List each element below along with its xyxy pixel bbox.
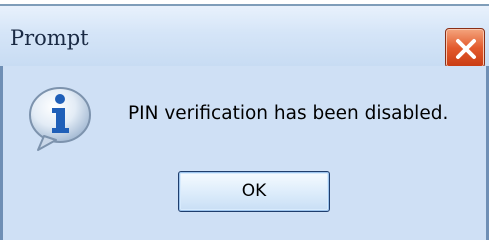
frame-left-border: [0, 66, 3, 240]
prompt-dialog: Prompt PIN verification has been disable…: [0, 0, 489, 240]
title-bar[interactable]: Prompt: [0, 4, 489, 68]
ok-button[interactable]: OK: [178, 171, 330, 212]
window-title: Prompt: [10, 26, 89, 50]
dialog-message: PIN verification has been disabled.: [128, 103, 449, 124]
close-button[interactable]: [445, 28, 485, 68]
info-icon: [29, 87, 91, 151]
close-icon: [456, 39, 476, 59]
